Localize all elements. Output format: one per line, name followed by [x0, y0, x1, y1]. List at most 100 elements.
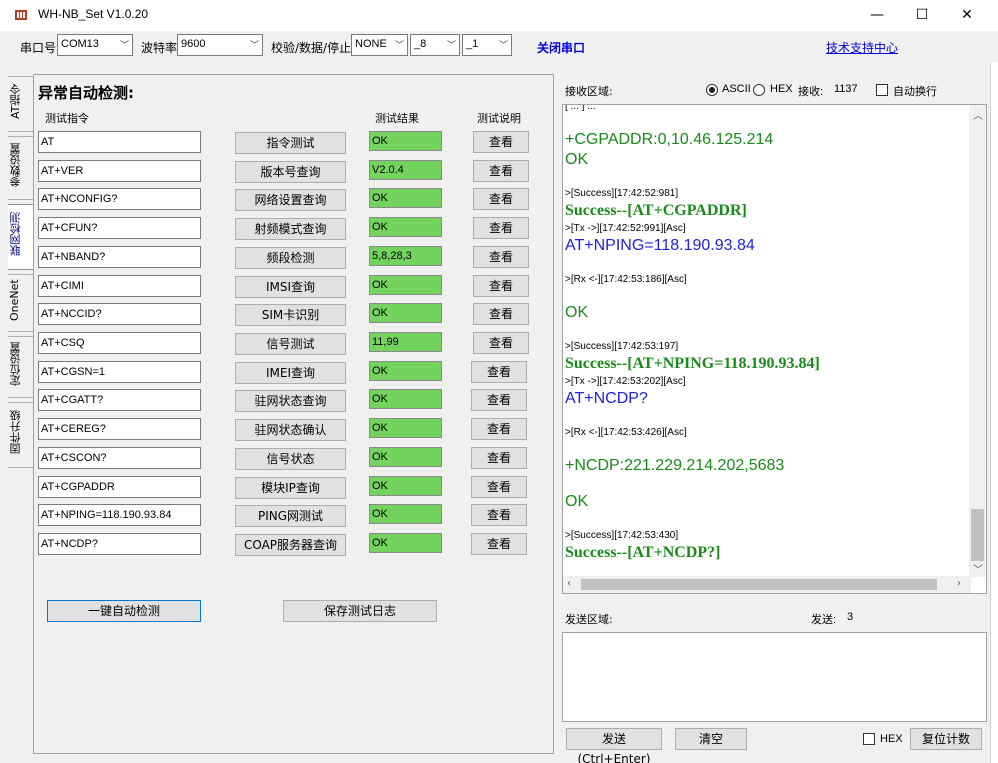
test-button[interactable]: SIM卡识别 [235, 304, 346, 326]
tab-location-settings[interactable]: 定位设置 [8, 336, 34, 398]
autowrap-checkbox[interactable] [876, 84, 888, 96]
view-button[interactable]: 查看 [473, 246, 529, 268]
send-button[interactable]: 发送(Ctrl+Enter) [566, 728, 662, 763]
maximize-button[interactable]: ☐ [899, 0, 945, 31]
hscroll-thumb[interactable] [581, 579, 937, 590]
recv-count-label: 接收: [798, 86, 824, 98]
cmd-input[interactable]: AT+CGATT? [38, 389, 201, 411]
scroll-thumb[interactable] [971, 509, 984, 561]
support-link[interactable]: 技术支持中心 [826, 39, 898, 56]
cmd-input[interactable]: AT+CSCON? [38, 447, 201, 469]
cmd-input[interactable]: AT+NCDP? [38, 533, 201, 555]
scroll-left-icon[interactable]: ‹ [567, 578, 571, 589]
view-button[interactable]: 查看 [473, 188, 529, 210]
cmd-input[interactable]: AT+NBAND? [38, 246, 201, 268]
cmd-input[interactable]: AT+CIMI [38, 275, 201, 297]
tab-firmware-upgrade[interactable]: 固件升级 [8, 402, 34, 468]
cmd-input[interactable]: AT+NPING=118.190.93.84 [38, 504, 201, 526]
parity-select[interactable]: NONE ﹀ [351, 34, 408, 56]
cmd-input[interactable]: AT [38, 131, 201, 153]
log-line-rx: +NCDP:221.229.214.202,5683 [565, 457, 785, 474]
test-button[interactable]: 版本号查询 [235, 161, 346, 183]
ascii-radio[interactable] [706, 84, 718, 96]
vertical-scrollbar[interactable]: ︿ ﹀ [969, 105, 986, 577]
view-button[interactable]: 查看 [473, 217, 529, 239]
view-button[interactable]: 查看 [471, 533, 527, 555]
baud-select[interactable]: 9600 ﹀ [177, 34, 263, 56]
reset-count-button[interactable]: 复位计数 [910, 728, 982, 750]
tab-param-settings[interactable]: 参数设置 [8, 136, 34, 200]
scroll-up-icon[interactable]: ︿ [973, 107, 983, 122]
port-select[interactable]: COM13 ﹀ [57, 34, 133, 56]
test-button[interactable]: IMEI查询 [235, 362, 346, 384]
tab-onenet[interactable]: OneNet [8, 274, 34, 332]
clear-button[interactable]: 清空 [675, 728, 747, 750]
result-value: OK [369, 275, 442, 295]
result-value: OK [369, 303, 442, 323]
result-value: OK [369, 447, 442, 467]
view-button[interactable]: 查看 [471, 418, 527, 440]
autowrap-label: 自动换行 [893, 86, 937, 98]
test-button[interactable]: 指令测试 [235, 132, 346, 154]
test-button[interactable]: IMSI查询 [235, 276, 346, 298]
cmd-input[interactable]: AT+VER [38, 160, 201, 182]
cmd-input[interactable]: AT+CSQ [38, 332, 201, 354]
close-button[interactable]: ✕ [944, 0, 990, 31]
view-button[interactable]: 查看 [471, 447, 527, 469]
tab-network-check[interactable]: 联网检测 [8, 204, 34, 270]
title-bar: WH-NB_Set V1.0.20 — ☐ ✕ [0, 0, 998, 31]
test-button[interactable]: 信号测试 [235, 333, 346, 355]
view-button[interactable]: 查看 [471, 476, 527, 498]
hex-radio[interactable] [753, 84, 765, 96]
log-gap [565, 256, 965, 272]
test-button[interactable]: 驻网状态查询 [235, 390, 346, 412]
test-button[interactable]: 网络设置查询 [235, 189, 346, 211]
view-button[interactable]: 查看 [473, 131, 529, 153]
view-button[interactable]: 查看 [473, 275, 529, 297]
ascii-label: ASCII [722, 83, 751, 95]
send-hex-checkbox[interactable] [863, 733, 875, 745]
close-port-button[interactable]: 关闭串口 [537, 39, 585, 56]
cmd-input[interactable]: AT+CFUN? [38, 217, 201, 239]
save-log-button[interactable]: 保存测试日志 [283, 600, 437, 622]
log-line-meta: >[Success][17:42:52:981] [565, 188, 679, 199]
databits-select[interactable]: _8 ﹀ [410, 34, 460, 56]
test-button[interactable]: 驻网状态确认 [235, 419, 346, 441]
tab-at-commands[interactable]: AT指令 [8, 76, 34, 132]
test-button[interactable]: 频段检测 [235, 247, 346, 269]
auto-detect-button[interactable]: 一键自动检测 [47, 600, 201, 622]
cmd-input[interactable]: AT+CGSN=1 [38, 361, 201, 383]
log-gap [565, 287, 965, 303]
test-button[interactable]: 模块IP查询 [235, 477, 346, 499]
scroll-down-icon[interactable]: ﹀ [973, 561, 983, 576]
log-line-meta: >[Rx <-][17:42:53:426][Asc] [565, 427, 687, 438]
app-icon [15, 10, 27, 20]
test-button[interactable]: PING网测试 [235, 505, 346, 527]
view-button[interactable]: 查看 [473, 332, 529, 354]
log-line-rx: OK [565, 493, 589, 510]
cmd-input[interactable]: AT+CGPADDR [38, 476, 201, 498]
scroll-right-icon[interactable]: › [957, 578, 961, 589]
test-button[interactable]: 信号状态 [235, 448, 346, 470]
view-button[interactable]: 查看 [473, 160, 529, 182]
send-textarea[interactable] [562, 632, 987, 722]
result-value: OK [369, 418, 442, 438]
view-button[interactable]: 查看 [471, 361, 527, 383]
panel-title: 异常自动检测: [38, 84, 134, 102]
port-value: COM13 [61, 38, 99, 50]
test-button[interactable]: 射频模式查询 [235, 218, 346, 240]
horizontal-scrollbar[interactable]: ‹ › [563, 576, 971, 593]
test-button[interactable]: COAP服务器查询 [235, 534, 346, 556]
log-line-meta: >[Tx ->][17:42:52:991][Asc] [565, 223, 686, 234]
databits-value: _8 [414, 38, 427, 50]
receive-textarea[interactable]: [ ... ] ... +CGPADDR:0,10.46.125.214 OK >[S… [562, 104, 987, 594]
view-button[interactable]: 查看 [471, 504, 527, 526]
cmd-input[interactable]: AT+NCONFIG? [38, 188, 201, 210]
view-button[interactable]: 查看 [471, 389, 527, 411]
view-button[interactable]: 查看 [473, 303, 529, 325]
cmd-input[interactable]: AT+NCCID? [38, 303, 201, 325]
log-gap [565, 323, 965, 339]
stopbits-select[interactable]: _1 ﹀ [462, 34, 512, 56]
cmd-input[interactable]: AT+CEREG? [38, 418, 201, 440]
minimize-button[interactable]: — [854, 0, 900, 31]
